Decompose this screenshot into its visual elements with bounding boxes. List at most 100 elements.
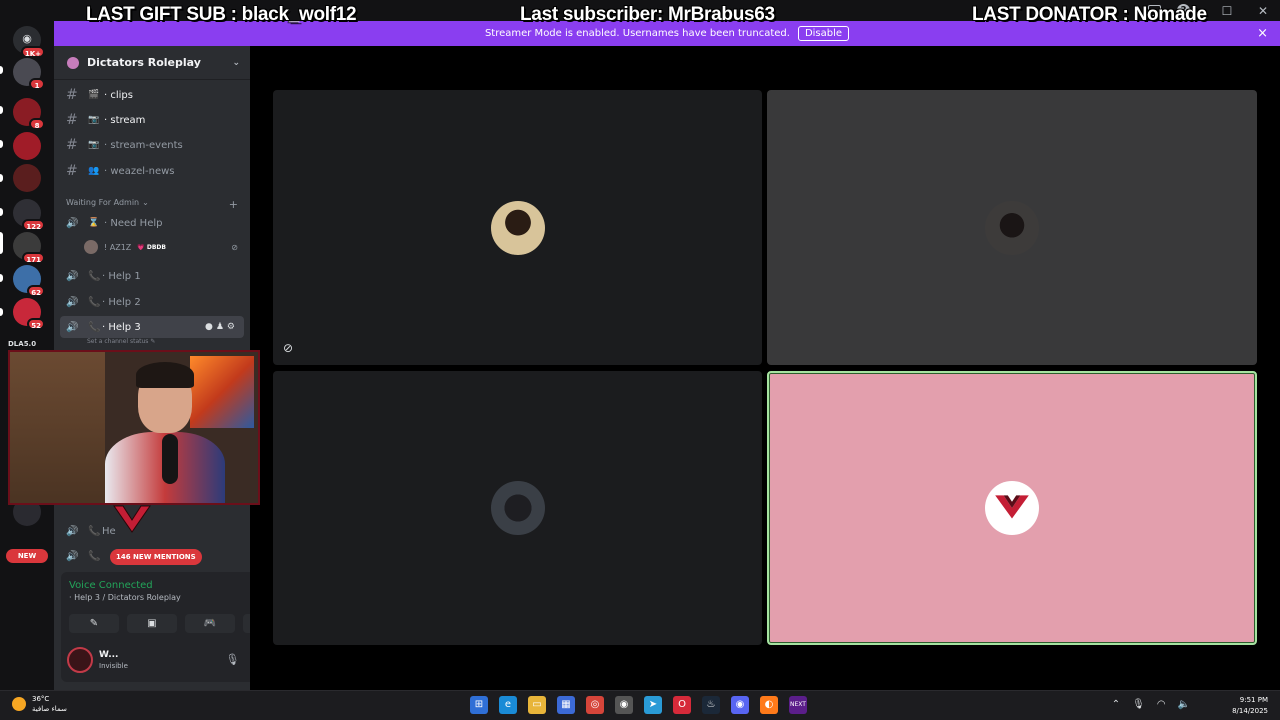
avatar [985,200,1039,255]
edge-icon[interactable]: e [499,696,517,714]
telegram-icon[interactable]: ➤ [644,696,662,714]
banner-close-icon[interactable]: × [1257,26,1268,41]
gear-icon[interactable]: ⚙ [227,322,238,332]
unread-pill [0,140,3,148]
channel-stream[interactable]: # 📷 · stream [60,109,244,131]
text-channel-icon: # [66,112,78,128]
voice-user-name: ! AZ1Z [104,242,132,252]
microphone-icon[interactable]: 🎙 [225,653,239,666]
store-icon[interactable]: ▦ [557,696,575,714]
invite-icon[interactable]: ♟ [216,322,227,332]
next-app-icon[interactable]: NEXT [789,696,807,714]
file-explorer-icon[interactable]: ▭ [528,696,546,714]
camera-icon: 📷 [88,140,100,150]
server-avatar [13,132,41,160]
start-icon[interactable]: ⊞ [470,696,488,714]
video-tile[interactable] [767,90,1257,365]
avatar [490,481,545,535]
channel-name: Need Help [110,217,163,229]
text-channel-icon: # [66,137,78,153]
microphone-icon [162,434,178,484]
video-tile-speaking[interactable] [767,371,1257,645]
channel-weazel-news[interactable]: # 👥 · weazel-news [60,160,244,182]
volume-icon[interactable]: 🔈 [1178,699,1190,710]
server-rail: ◉ 1K+ 1 8 122 171 62 52 DLA5.0 NEW [0,0,54,690]
channel-label: · Help 3 [102,321,141,333]
add-channel-icon[interactable]: + [229,198,238,211]
voice-channel-need-help[interactable]: 🔊 ⌛ · Need Help [60,212,244,234]
close-window-button[interactable]: ✕ [1256,4,1270,18]
channel-name: clips [110,89,133,101]
webcam-background [10,352,105,503]
voice-user[interactable]: ! AZ1Z 💗 DBDB ⊘ [84,240,244,254]
speaker-icon: 🔊 [66,270,79,282]
people-icon: 👥 [88,166,100,176]
maximize-button[interactable]: ☐ [1220,4,1234,18]
new-mentions-pill[interactable]: 146 NEW MENTIONS [110,549,202,565]
opera-icon[interactable]: O [673,696,691,714]
weather-text: 36°C سماء صافية [32,694,67,714]
channel-clips[interactable]: # 🎬 · clips [60,84,244,106]
wifi-icon[interactable]: ◠ [1157,699,1166,710]
voice-channel-help-3[interactable]: 🔊 📞 · Help 3 ●♟⚙ [60,316,244,338]
obs-icon[interactable]: ◉ [615,696,633,714]
tv-logo-icon [995,495,1029,519]
discord-window: LAST GIFT SUB : black_wolf12 Last subscr… [0,0,1280,720]
overlay-last-subscriber: Last subscriber: MrBrabus63 [520,4,775,25]
video-tile[interactable] [273,371,762,645]
camera-icon: 📷 [88,115,100,125]
avatar[interactable] [67,647,93,673]
steam-icon[interactable]: ♨ [702,696,720,714]
unread-pill [0,274,3,282]
server-icon[interactable]: 52 [13,298,45,330]
server-icon[interactable] [13,132,41,160]
webcam-person-hair [136,362,194,388]
weather-widget[interactable]: 36°C سماء صافية [12,694,67,714]
activities-button[interactable]: 🎮 [185,614,235,633]
avatar [490,200,545,255]
server-icon[interactable]: 171 [13,232,45,264]
chrome-icon[interactable]: ◎ [586,696,604,714]
avatar [985,481,1039,535]
clock[interactable]: 9:51 PM 8/14/2025 [1232,695,1268,717]
speaker-icon: 🔊 [66,321,79,333]
voice-status[interactable]: Voice Connected [69,580,153,591]
server-icon[interactable]: 62 [13,265,45,297]
microphone-icon[interactable]: 🎙 [1132,699,1145,710]
taskbar-apps: ⊞ e ▭ ▦ ◎ ◉ ➤ O ♨ ◉ ◐ NEXT [470,696,807,714]
voice-channel-help-2[interactable]: 🔊 📞 · Help 2 [60,291,244,313]
discord-logo-icon: ◉ [22,32,32,45]
camera-button[interactable]: ✎ [69,614,119,633]
server-icon[interactable]: 1 [13,58,45,90]
category-waiting-for-admin[interactable]: Waiting For Admin ⌄ + [66,198,238,211]
direct-messages-button[interactable]: ◉ 1K+ [13,26,45,58]
video-off-icon[interactable]: ⊘ [283,341,293,355]
channel-label: · stream [104,114,146,126]
voice-channel-help-1[interactable]: 🔊 📞 · Help 1 [60,265,244,287]
firefox-icon[interactable]: ◐ [760,696,778,714]
unread-pill [0,208,3,216]
server-icon[interactable]: 122 [13,199,45,231]
voice-location[interactable]: · Help 3 / Dictators Roleplay [69,593,181,602]
screen-share-button[interactable]: ▣ [127,614,177,633]
discord-icon[interactable]: ◉ [731,696,749,714]
server-icon[interactable]: 8 [13,98,45,130]
new-servers-pill[interactable]: NEW [6,549,48,563]
video-tile[interactable]: ⊘ [273,90,762,365]
guild-header[interactable]: Dictators Roleplay ⌄ [54,46,250,80]
voice-channel[interactable]: 🔊 📞 He [60,520,244,542]
chevron-up-icon[interactable]: ⌃ [1112,699,1120,710]
server-icon[interactable] [13,164,41,192]
avatar [84,240,98,254]
selected-pill [0,232,3,254]
chat-icon[interactable]: ● [205,322,216,332]
server-badge: 8 [29,118,45,130]
chevron-down-icon[interactable]: ⌄ [232,58,240,68]
channel-stream-events[interactable]: # 📷 · stream-events [60,134,244,156]
channel-label: · clips [104,89,133,101]
phone-icon: 📞 [88,525,101,537]
tv-logo-icon [113,505,151,533]
disable-streamer-mode-button[interactable]: Disable [797,26,850,41]
server-badge: 122 [22,219,45,231]
channel-status[interactable]: Set a channel status ✎ [87,338,155,345]
